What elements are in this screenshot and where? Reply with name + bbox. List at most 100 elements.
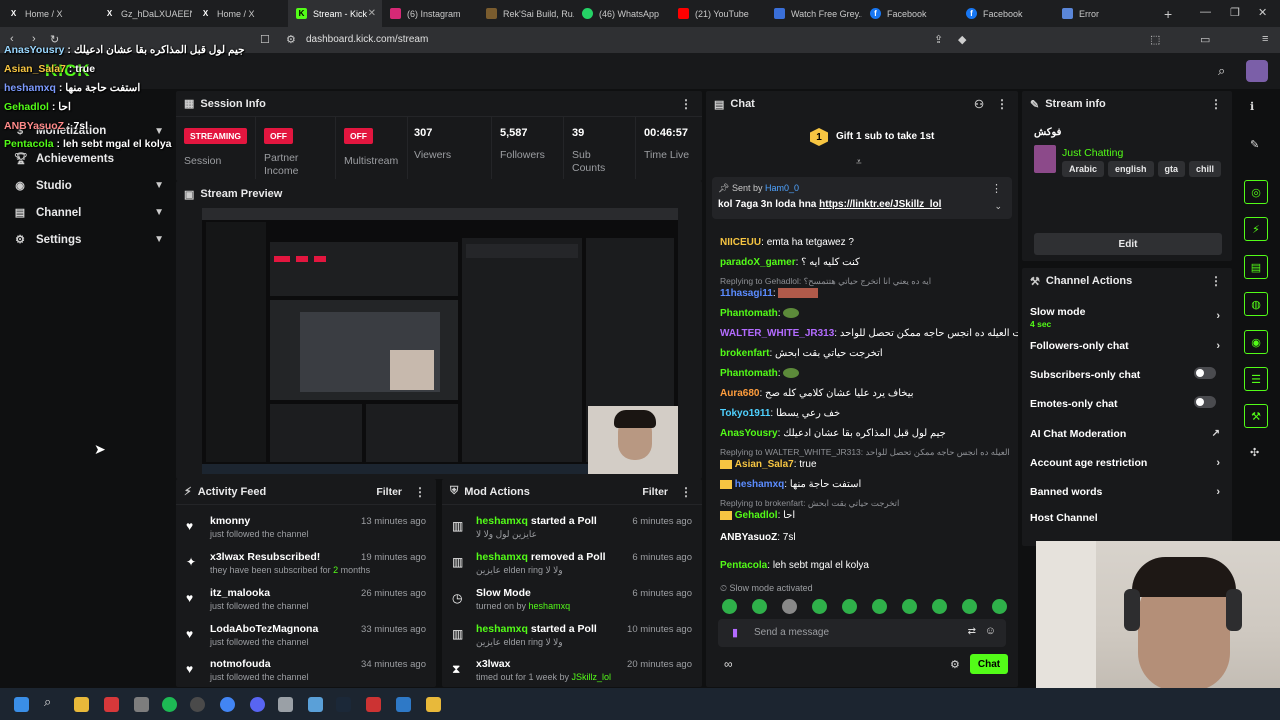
account-age-action[interactable]: Account age restriction › <box>1030 457 1220 469</box>
chat-settings-icon[interactable]: ⚙ <box>950 658 960 671</box>
chat-input[interactable]: ▮ Send a message ⇄ ☺ <box>718 619 1006 647</box>
share-icon[interactable]: ⇪ <box>934 33 943 46</box>
app-icon[interactable] <box>396 697 411 712</box>
followers-only-action[interactable]: Followers-only chat › <box>1030 340 1220 352</box>
rail-bolt-icon[interactable]: ⚡︎ <box>1244 217 1268 241</box>
subscribers-only-action[interactable]: Subscribers-only chat <box>1030 367 1220 381</box>
app-icon[interactable] <box>366 697 381 712</box>
more-icon[interactable]: ⋮ <box>680 97 692 111</box>
browser-tab[interactable]: (46) WhatsApp <box>574 0 670 27</box>
partner-income[interactable]: OFF Partner Income <box>256 117 336 179</box>
emote-quick[interactable] <box>932 599 947 614</box>
rail-chat-icon[interactable]: ◍ <box>1244 292 1268 316</box>
rail-wrench-icon[interactable]: ⚒ <box>1244 404 1268 428</box>
emote-quick[interactable] <box>812 599 827 614</box>
app-icon[interactable] <box>426 697 441 712</box>
edit-stream-button[interactable]: Edit <box>1034 233 1222 255</box>
new-tab-icon[interactable]: + <box>1150 6 1186 22</box>
subscribers-only-toggle[interactable] <box>1194 367 1216 379</box>
emote-quick[interactable] <box>782 599 797 614</box>
info-icon[interactable]: ℹ <box>1250 100 1254 113</box>
more-icon[interactable]: ⋮ <box>996 97 1008 111</box>
browser-tab[interactable]: XGz_hDaLXUAEEN... <box>96 0 192 27</box>
send-chat-button[interactable]: Chat <box>970 654 1008 674</box>
store-icon[interactable] <box>134 697 149 712</box>
rail-camera-icon[interactable]: ◎ <box>1244 180 1268 204</box>
rail-doc-icon[interactable]: ▤ <box>1244 255 1268 279</box>
emote-quick[interactable] <box>962 599 977 614</box>
emote-quick[interactable] <box>872 599 887 614</box>
browser-tab[interactable]: (6) Instagram <box>382 0 478 27</box>
browser-tab[interactable]: f Facebook <box>958 0 1054 27</box>
users-icon[interactable]: ⚇ <box>974 98 984 111</box>
emote-quick[interactable] <box>752 599 767 614</box>
collapse-icon[interactable]: ⩡ <box>856 157 862 168</box>
app-icon[interactable] <box>308 697 323 712</box>
pin-action-icon[interactable]: ⋮ <box>991 182 1002 195</box>
tag[interactable]: chill <box>1189 161 1222 177</box>
bookmark-icon[interactable]: ☐ <box>260 33 270 46</box>
app-icon[interactable] <box>278 697 293 712</box>
extensions-icon[interactable]: ⬚ <box>1150 33 1160 46</box>
emoji-icon[interactable]: ☺ <box>985 625 996 637</box>
browser-tab[interactable]: Watch Free Grey... <box>766 0 862 27</box>
pinned-link[interactable]: https://linktr.ee/JSkillz_lol <box>819 199 941 210</box>
site-settings-icon[interactable]: ⚙ <box>286 33 296 46</box>
emote-quick[interactable] <box>902 599 917 614</box>
ai-moderation-action[interactable]: AI Chat Moderation ↗ <box>1030 428 1220 440</box>
sidebar-icon[interactable]: ▭ <box>1200 33 1210 46</box>
emote-quick[interactable] <box>722 599 737 614</box>
apps-icon[interactable]: ✣ <box>1250 446 1259 459</box>
minimize-icon[interactable]: — <box>1200 6 1211 18</box>
browser-tab[interactable]: X Home / X <box>0 0 96 27</box>
filter-button[interactable]: Filter <box>642 486 668 498</box>
emotes-only-action[interactable]: Emotes-only chat <box>1030 396 1220 410</box>
emote-quick[interactable] <box>992 599 1007 614</box>
nav-settings[interactable]: ⚙ Settings ▼ <box>14 233 164 247</box>
avatar[interactable] <box>1246 60 1268 82</box>
file-explorer-icon[interactable] <box>74 697 89 712</box>
gift-sub-banner[interactable]: 1 Gift 1 sub to take 1st <box>706 119 1018 155</box>
tag[interactable]: Arabic <box>1062 161 1105 177</box>
spotify-icon[interactable] <box>162 697 177 712</box>
chrome-icon[interactable] <box>220 697 235 712</box>
windows-start-icon[interactable] <box>14 697 29 712</box>
filter-button[interactable]: Filter <box>376 486 402 498</box>
tag[interactable]: english <box>1108 161 1154 177</box>
pencil-icon[interactable]: ✎ <box>1250 138 1259 151</box>
browser-tab-active[interactable]: K Stream - Kick ✕ <box>288 0 382 27</box>
more-icon[interactable]: ⋮ <box>1210 274 1222 288</box>
discord-icon[interactable] <box>250 697 265 712</box>
nav-achievements[interactable]: 🏆︎ Achievements <box>14 152 164 166</box>
points-icon[interactable]: ∞ <box>724 657 733 671</box>
category-label[interactable]: Just Chatting <box>1062 147 1123 159</box>
search-icon[interactable]: ⌕ <box>44 694 59 709</box>
app-icon[interactable] <box>104 697 119 712</box>
app-icon[interactable] <box>190 697 205 712</box>
multistream[interactable]: OFF Multistream <box>336 117 408 179</box>
nav-studio[interactable]: ◉ Studio ▼ <box>14 179 164 193</box>
rail-broadcast-icon[interactable]: ◉ <box>1244 330 1268 354</box>
browser-tab[interactable]: X Home / X <box>192 0 288 27</box>
more-icon[interactable]: ⋮ <box>414 485 426 499</box>
chevron-down-icon[interactable]: ⌄ <box>994 201 1002 212</box>
browser-tab[interactable]: Error <box>1054 0 1150 27</box>
more-icon[interactable]: ⋮ <box>1210 97 1222 111</box>
emotes-only-toggle[interactable] <box>1194 396 1216 408</box>
brave-shield-icon[interactable]: ◆ <box>958 33 966 46</box>
translate-icon[interactable]: ⇄ <box>968 626 976 637</box>
stream-preview-video[interactable] <box>202 208 678 474</box>
rail-list-icon[interactable]: ☰ <box>1244 367 1268 391</box>
menu-icon[interactable]: ≡ <box>1262 33 1268 45</box>
search-icon[interactable]: ⌕ <box>1218 63 1225 79</box>
maximize-icon[interactable]: ❐ <box>1230 6 1240 19</box>
banned-words-action[interactable]: Banned words › <box>1030 486 1220 498</box>
close-window-icon[interactable]: ✕ <box>1258 6 1267 19</box>
host-channel-action[interactable]: Host Channel <box>1030 512 1220 524</box>
browser-tab[interactable]: f Facebook <box>862 0 958 27</box>
url-input[interactable]: dashboard.kick.com/stream <box>306 34 428 45</box>
nav-channel[interactable]: ▤ Channel ▼ <box>14 206 164 220</box>
slow-mode-action[interactable]: Slow mode 4 sec › <box>1030 306 1220 330</box>
close-icon[interactable]: ✕ <box>368 8 376 19</box>
browser-tab[interactable]: Rek'Sai Build, Ru... <box>478 0 574 27</box>
